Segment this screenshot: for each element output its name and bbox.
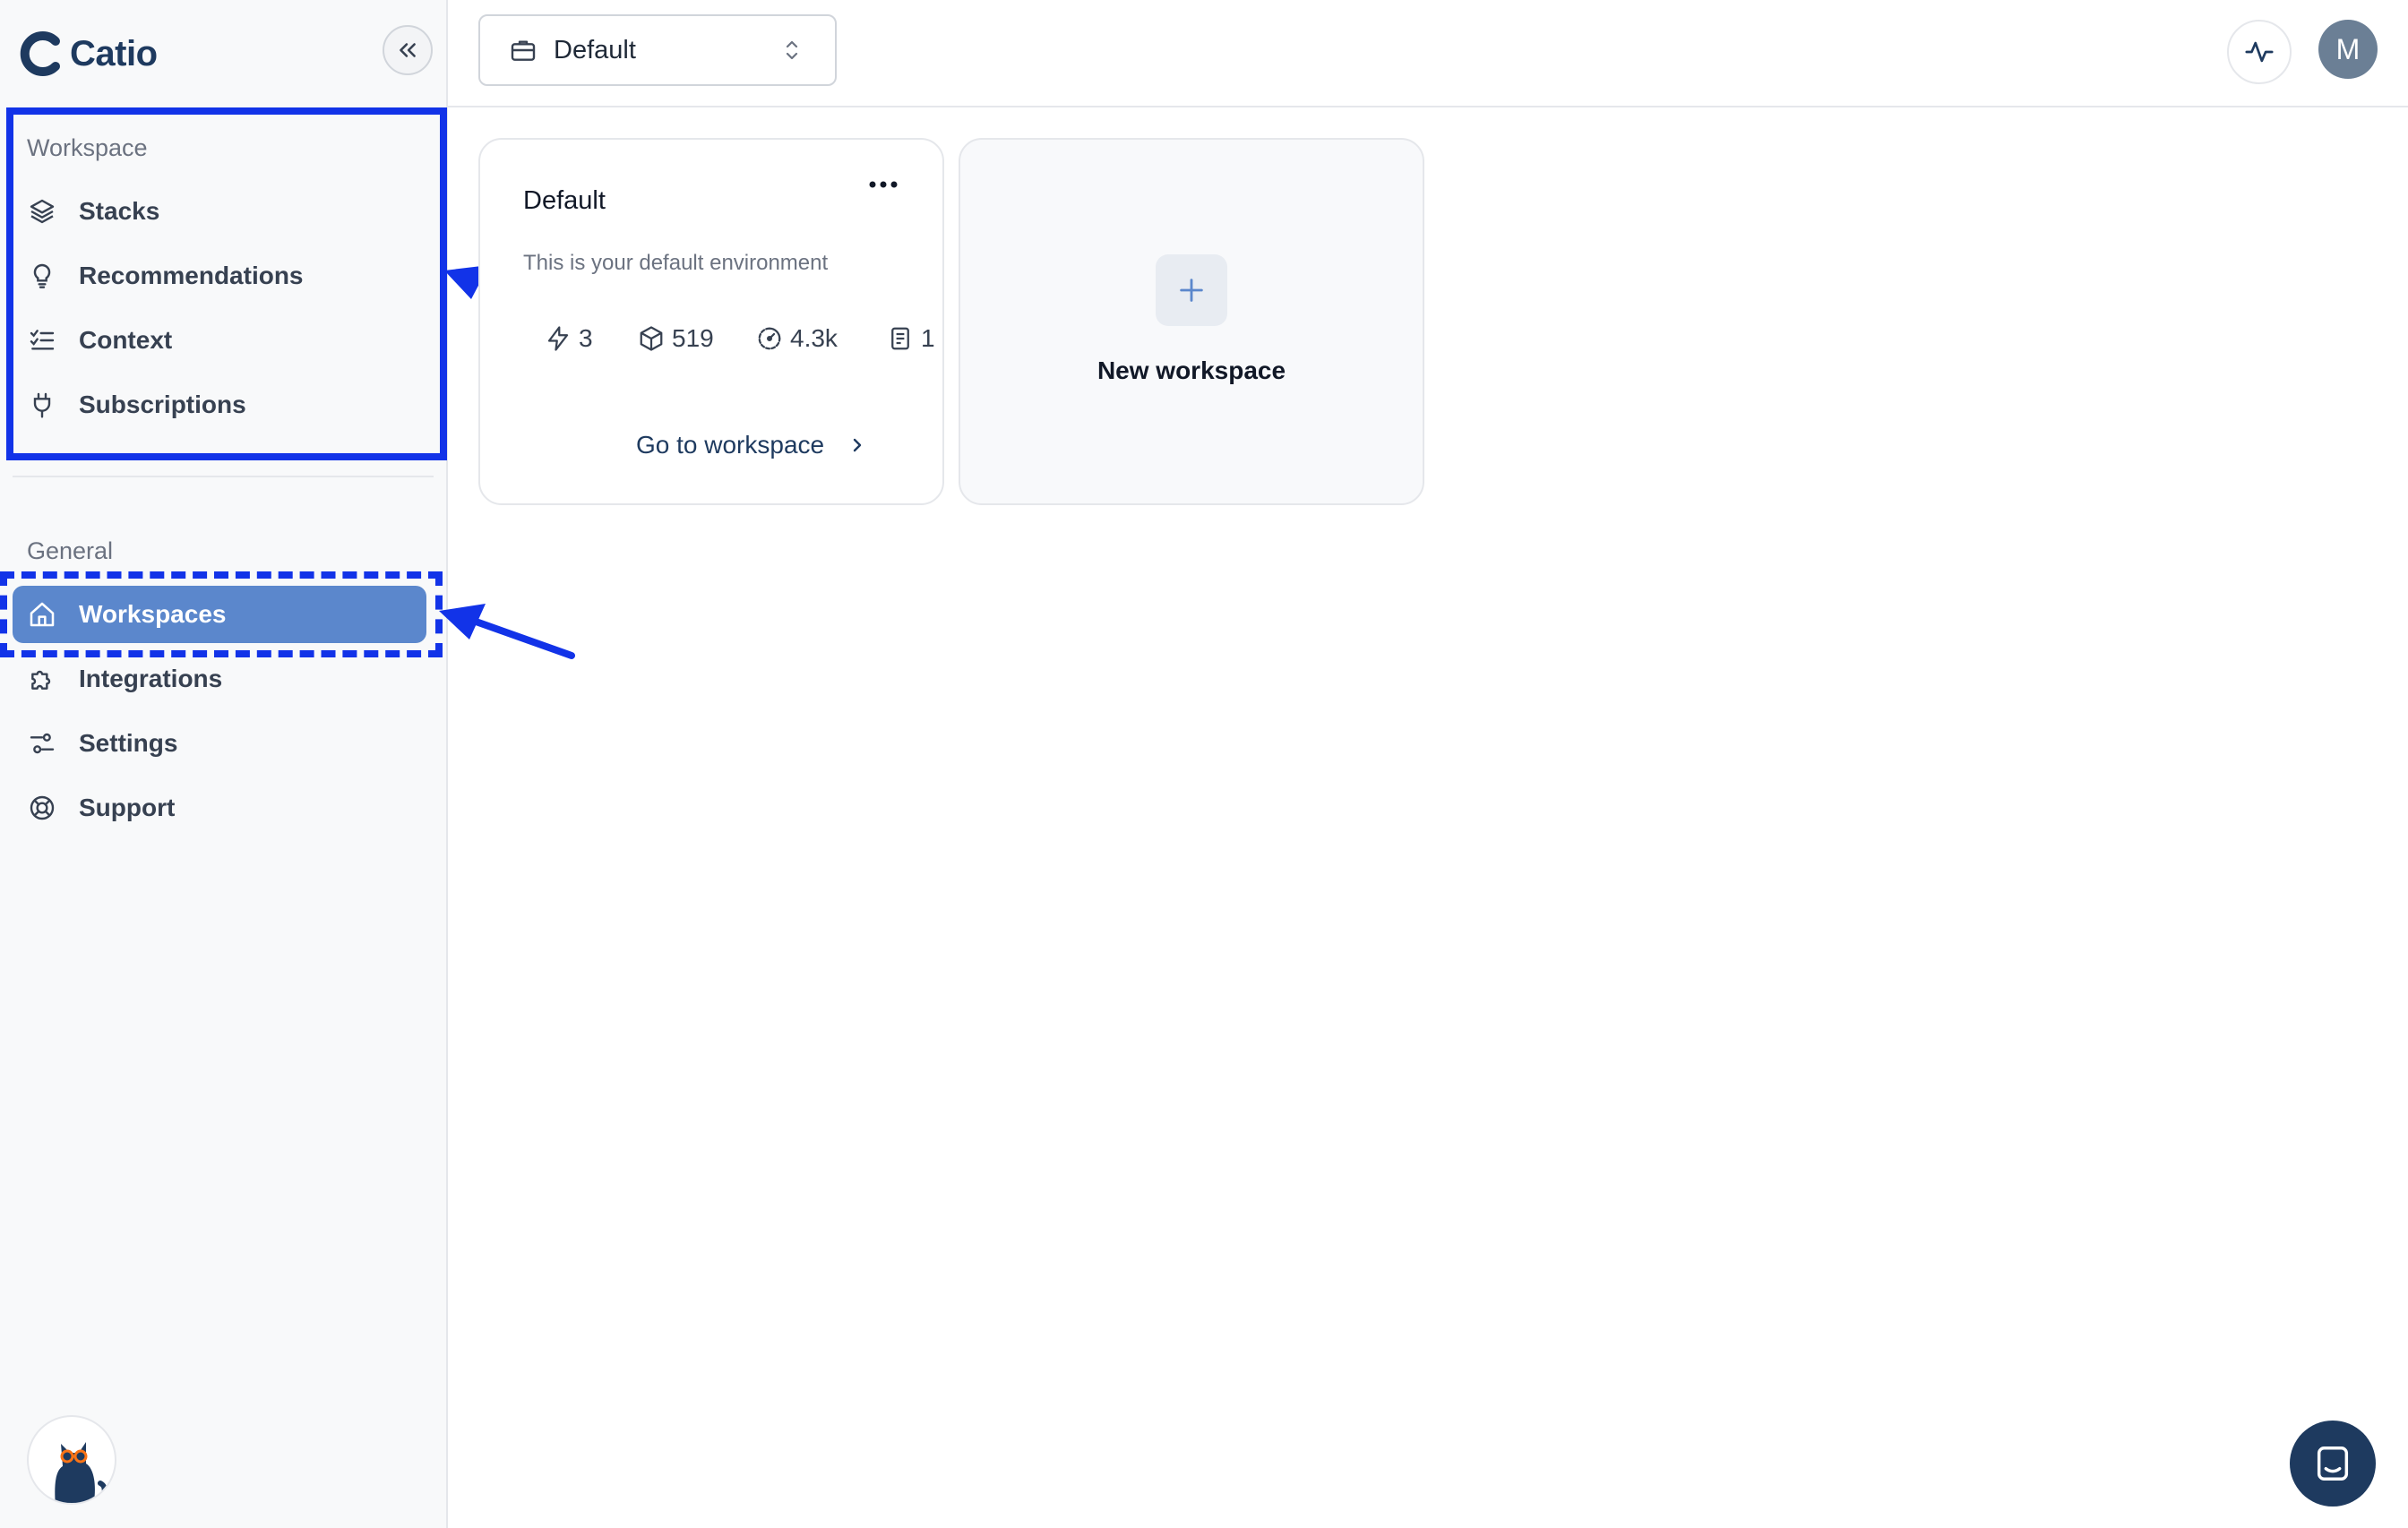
stat-value: 4.3k	[790, 324, 838, 352]
cube-icon	[640, 326, 663, 351]
go-to-workspace-link[interactable]: Go to workspace	[636, 423, 865, 468]
sidebar-item-context[interactable]: Context	[13, 312, 426, 369]
mascot-avatar[interactable]	[27, 1415, 116, 1505]
layers-icon	[27, 196, 57, 227]
new-workspace-label: New workspace	[1096, 356, 1286, 384]
workspace-card-title: Default	[523, 186, 606, 215]
brand-logo[interactable]: Catio	[20, 27, 158, 81]
brand-name: Catio	[70, 33, 158, 73]
sidebar-item-label: Settings	[79, 729, 178, 757]
stat-value: 3	[579, 324, 593, 352]
stat-document: 1	[887, 324, 935, 353]
sidebar-item-label: Subscriptions	[79, 391, 246, 418]
puzzle-icon	[27, 664, 57, 694]
chevron-updown-icon	[786, 40, 798, 60]
sidebar-item-label: Support	[79, 794, 176, 821]
sidebar: Catio Workspace Stacks Recommendations C…	[0, 0, 448, 1528]
lifebuoy-icon	[27, 793, 57, 823]
sidebar-item-label: Recommendations	[79, 262, 304, 289]
sidebar-item-stacks[interactable]: Stacks	[13, 183, 426, 240]
more-horizontal-icon	[869, 181, 898, 188]
stat-value: 1	[921, 324, 935, 352]
chevron-right-icon	[853, 438, 862, 452]
activity-pulse-icon	[2245, 41, 2274, 63]
topbar: Default M	[448, 0, 2408, 107]
chat-launcher-button[interactable]	[2290, 1421, 2376, 1507]
sidebar-item-support[interactable]: Support	[13, 779, 426, 837]
sidebar-item-label: Stacks	[79, 197, 160, 225]
sidebar-item-label: Context	[79, 326, 173, 354]
workspace-card[interactable]: Default This is your default environment…	[478, 138, 944, 505]
sidebar-item-label: Workspaces	[79, 600, 227, 628]
add-workspace-tile	[1156, 254, 1227, 326]
catio-logo-icon	[20, 31, 60, 76]
stat-gauge: 4.3k	[756, 324, 838, 353]
sidebar-item-integrations[interactable]: Integrations	[13, 650, 426, 708]
gauge-icon	[758, 327, 781, 350]
home-icon	[27, 599, 57, 630]
sidebar-divider	[13, 476, 434, 477]
chat-icon	[2317, 1446, 2349, 1481]
annotation-arrow-icon	[439, 604, 575, 659]
new-workspace-card[interactable]: New workspace	[959, 138, 1424, 505]
stat-cube: 519	[638, 324, 714, 353]
lightbulb-icon	[27, 261, 57, 291]
stat-bolt: 3	[545, 324, 593, 353]
sliders-icon	[27, 728, 57, 759]
document-icon	[891, 327, 909, 350]
go-to-workspace-label: Go to workspace	[636, 431, 825, 459]
plus-icon	[1180, 279, 1203, 302]
checklist-icon	[27, 325, 57, 356]
plug-icon	[27, 390, 57, 420]
workspace-card-description: This is your default environment	[523, 251, 829, 275]
workspace-section-label: Workspace	[27, 134, 148, 161]
sidebar-item-recommendations[interactable]: Recommendations	[13, 247, 426, 305]
chevrons-left-icon	[400, 43, 416, 57]
briefcase-icon	[511, 40, 536, 61]
sidebar-item-subscriptions[interactable]: Subscriptions	[13, 376, 426, 434]
bolt-icon	[547, 326, 569, 351]
workspace-select-value: Default	[554, 35, 636, 64]
sidebar-item-label: Integrations	[79, 665, 223, 692]
cat-mascot-icon	[55, 1442, 108, 1503]
activity-button[interactable]	[2227, 20, 2292, 84]
app-root: Catio Workspace Stacks Recommendations C…	[0, 0, 2408, 1528]
sidebar-item-settings[interactable]: Settings	[13, 715, 426, 772]
sidebar-item-workspaces[interactable]: Workspaces	[13, 586, 426, 643]
collapse-sidebar-button[interactable]	[383, 25, 433, 75]
workspace-select[interactable]: Default	[478, 14, 837, 86]
user-avatar[interactable]: M	[2318, 20, 2378, 79]
stat-value: 519	[672, 324, 714, 352]
more-options-button[interactable]	[856, 167, 910, 202]
general-section-label: General	[27, 537, 114, 564]
